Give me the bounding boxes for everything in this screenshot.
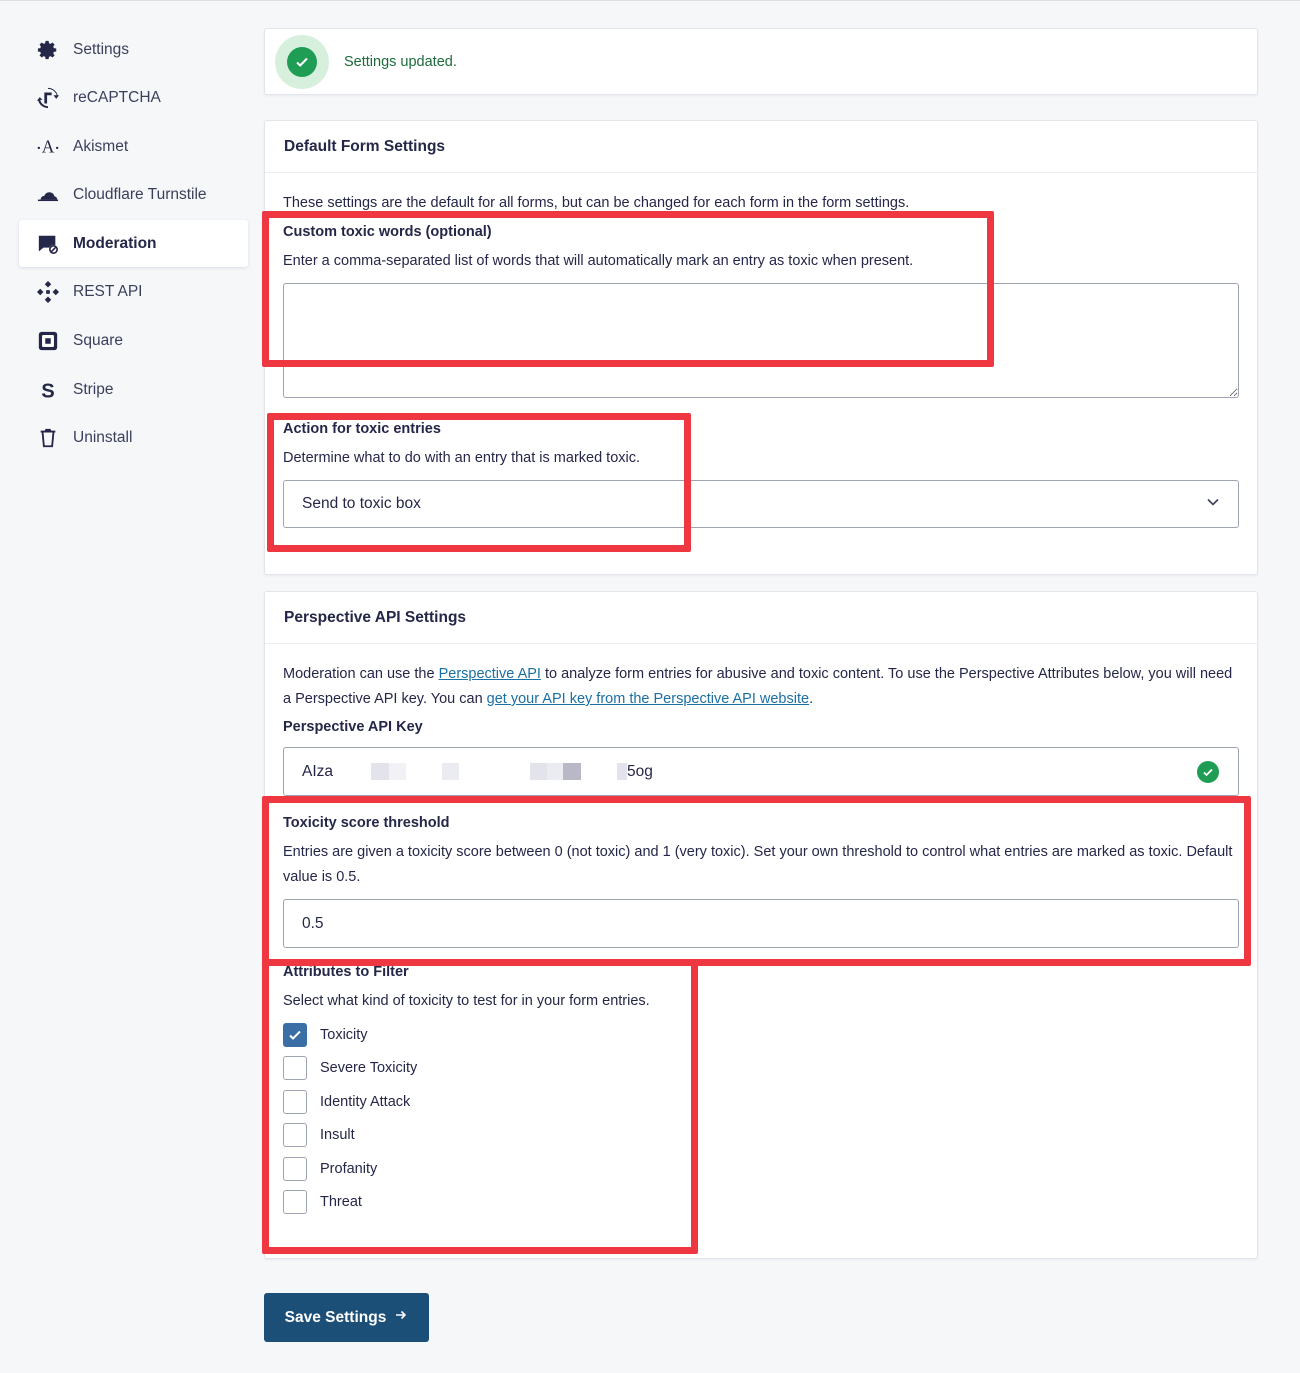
sidebar-item-label: Square [73,332,123,350]
threshold-description: Entries are given a toxicity score betwe… [283,844,1233,885]
threshold-label: Toxicity score threshold [283,815,450,831]
moderation-icon [36,232,60,256]
cloud-icon [36,183,60,207]
akismet-icon: A [36,135,60,159]
api-key-input[interactable]: AIza 5og [283,747,1239,796]
sidebar-item-label: Moderation [73,234,157,252]
toxic-words-description: Enter a comma-separated list of words th… [283,253,914,269]
perspective-intro: Moderation can use the Perspective API t… [283,666,1233,707]
checkbox[interactable] [283,1123,307,1148]
checkbox-label: Insult [320,1127,355,1144]
sidebar-item-uninstall[interactable]: Uninstall [19,415,248,462]
sidebar-item-cloudflare-turnstile[interactable]: Cloudflare Turnstile [19,172,248,219]
sidebar-item-akismet[interactable]: A Akismet [19,123,248,170]
perspective-api-link[interactable]: Perspective API [439,666,541,682]
checkbox-label: Toxicity [320,1026,368,1043]
default-form-settings-panel: Default Form Settings These settings are… [264,120,1258,575]
success-notice: Settings updated. [264,28,1258,95]
settings-sidebar: Settings reCAPTCHA A Akismet Cloudflare … [19,26,248,463]
toxic-action-description: Determine what to do with an entry that … [283,450,641,466]
attributes-checkbox-list: Toxicity Severe Toxicity Identity Attack… [283,1018,1239,1219]
settings-main: Settings updated. Default Form Settings … [264,28,1258,1259]
sidebar-item-label: REST API [73,283,143,301]
save-button-label: Save Settings [284,1308,387,1326]
save-settings-button[interactable]: Save Settings [264,1293,429,1342]
api-key-label: Perspective API Key [283,719,423,735]
panel-title: Perspective API Settings [265,592,1257,644]
threshold-value: 0.5 [302,914,324,932]
sidebar-item-label: Settings [73,40,130,58]
toxic-action-select[interactable]: Send to toxic box [283,480,1239,528]
svg-text:S: S [41,380,54,401]
sidebar-item-label: Cloudflare Turnstile [73,186,207,204]
sidebar-item-stripe[interactable]: S Stripe [19,366,248,413]
toxic-action-label: Action for toxic entries [283,421,441,437]
square-icon [36,329,60,353]
checkbox[interactable] [283,1056,307,1081]
select-value: Send to toxic box [302,495,421,512]
attribute-threat[interactable]: Threat [283,1186,1239,1220]
attributes-description: Select what kind of toxicity to test for… [283,993,650,1009]
sidebar-item-label: Uninstall [73,429,133,447]
toxic-words-textarea[interactable] [283,283,1239,398]
checkbox-label: Threat [320,1194,362,1211]
chevron-down-icon [1206,495,1220,514]
attribute-insult[interactable]: Insult [283,1119,1239,1153]
api-icon [36,280,60,304]
threshold-input[interactable]: 0.5 [283,899,1239,948]
sidebar-item-label: Stripe [73,380,114,398]
attribute-severe-toxicity[interactable]: Severe Toxicity [283,1052,1239,1086]
checkbox-label: Identity Attack [320,1093,411,1110]
valid-check-icon [1197,761,1219,783]
attributes-label: Attributes to Filter [283,964,409,980]
checkbox-label: Severe Toxicity [320,1060,418,1077]
sidebar-item-label: reCAPTCHA [73,89,161,107]
sidebar-item-moderation[interactable]: Moderation [19,220,248,268]
perspective-api-settings-panel: Perspective API Settings Moderation can … [264,591,1258,1259]
api-key-value-start: AIza [302,762,334,780]
attribute-toxicity[interactable]: Toxicity [283,1018,1239,1052]
arrow-right-icon [394,1308,408,1327]
api-key-redacted [371,763,628,780]
api-key-value-end: 5og [627,762,653,780]
sidebar-item-label: Akismet [73,137,129,155]
sidebar-item-recaptcha[interactable]: reCAPTCHA [19,75,248,122]
attribute-identity-attack[interactable]: Identity Attack [283,1085,1239,1119]
trash-icon [36,426,60,450]
toxic-words-label: Custom toxic words (optional) [283,224,492,240]
checkbox[interactable] [283,1156,307,1181]
sidebar-item-square[interactable]: Square [19,318,248,365]
notice-text: Settings updated. [344,53,457,70]
checkbox-label: Profanity [320,1160,378,1177]
attribute-profanity[interactable]: Profanity [283,1152,1239,1186]
checkbox[interactable] [283,1190,307,1215]
recaptcha-icon [36,86,60,110]
check-circle-icon [287,46,317,77]
sidebar-item-rest-api[interactable]: REST API [19,269,248,316]
gear-icon [36,38,60,62]
checkbox[interactable] [283,1089,307,1114]
sidebar-item-settings[interactable]: Settings [19,26,248,73]
panel-title: Default Form Settings [265,121,1257,173]
panel-description: These settings are the default for all f… [283,195,910,211]
stripe-icon: S [36,378,60,402]
api-key-website-link[interactable]: get your API key from the Perspective AP… [487,691,809,707]
checkbox-checked[interactable] [283,1022,307,1047]
success-icon-halo [275,34,329,89]
svg-text:A: A [42,136,55,156]
